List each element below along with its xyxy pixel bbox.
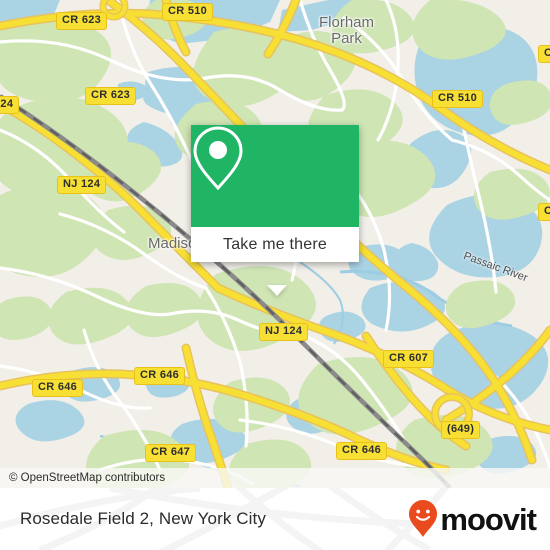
location-title: Rosedale Field 2, New York City: [20, 488, 266, 550]
road-shield: CR 646: [32, 379, 84, 397]
moovit-logo[interactable]: moovit: [408, 488, 537, 550]
location-popup[interactable]: Take me there: [191, 125, 359, 296]
moovit-wordmark: moovit: [440, 501, 537, 537]
popup-pointer: [267, 285, 287, 296]
road-shield: CR: [538, 45, 550, 63]
map-canvas[interactable]: CR 623 CR 510 124 CR 623 CR 510 CR NJ 124 CR NJ …: [0, 0, 550, 488]
location-title-text: Rosedale Field 2, New York City: [20, 509, 266, 528]
location-pin-icon: [193, 126, 243, 191]
attribution-text: © OpenStreetMap contributors: [9, 472, 166, 484]
map-screen: CR 623 CR 510 124 CR 623 CR 510 CR NJ 124 CR NJ …: [0, 0, 550, 550]
road-shield: 124: [0, 96, 20, 114]
road-shield: CR 647: [145, 444, 197, 462]
road-shield: CR 623: [85, 87, 137, 105]
take-me-there-button[interactable]: Take me there: [191, 227, 359, 262]
popup-header: [191, 125, 359, 227]
take-me-there-label: Take me there: [223, 235, 327, 253]
road-shield: CR: [538, 203, 550, 221]
map-attribution[interactable]: © OpenStreetMap contributors: [0, 468, 550, 488]
road-shield: NJ 124: [57, 176, 107, 194]
road-shield: NJ 124: [259, 323, 309, 341]
moovit-pin-icon: [409, 500, 438, 537]
footer-bar: Rosedale Field 2, New York City moovit: [0, 488, 550, 550]
road-shield: CR 510: [162, 3, 214, 21]
place-label: Florham Park: [319, 14, 375, 47]
road-shield: CR 646: [336, 442, 388, 460]
road-shield: CR 623: [56, 12, 108, 30]
road-shield: (649): [441, 421, 481, 439]
road-shield: CR 646: [134, 367, 186, 385]
road-shield: CR 510: [432, 90, 484, 108]
road-shield: CR 607: [383, 350, 435, 368]
